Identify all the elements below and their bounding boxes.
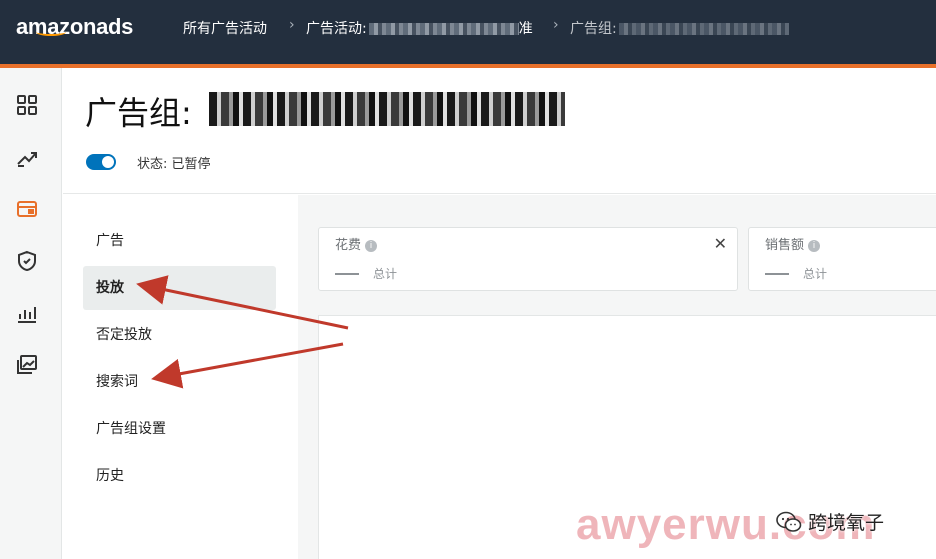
metric-total: 总计 xyxy=(373,267,398,281)
series-line-icon xyxy=(765,273,789,275)
breadcrumb-chevron-icon: › xyxy=(289,17,295,33)
campaign-icon[interactable] xyxy=(12,194,42,224)
dashboard-icon[interactable] xyxy=(12,90,42,120)
breadcrumb-all-campaigns[interactable]: 所有广告活动 xyxy=(183,18,267,38)
top-bar: amazonads 所有广告活动 › 广告活动: 准 › 广告组: xyxy=(0,0,936,64)
adgroup-subnav: 广告 投放 否定投放 搜索词 广告组设置 历史 xyxy=(63,195,298,559)
metric-label-text: 花费 xyxy=(335,238,362,253)
metric-label-text: 销售额 xyxy=(765,238,805,253)
series-line-icon xyxy=(335,273,359,275)
breadcrumb-campaign-tail: 准 xyxy=(518,21,533,37)
subnav-item-negative-targeting[interactable]: 否定投放 xyxy=(83,313,276,357)
subnav-item-targeting[interactable]: 投放 xyxy=(83,266,276,310)
redacted-adgroup-name xyxy=(618,23,789,35)
wechat-account-name: 跨境氧子 xyxy=(808,512,885,534)
bar-chart-icon[interactable] xyxy=(12,298,42,328)
status-toggle[interactable] xyxy=(86,154,116,170)
metric-card-spend[interactable]: 花费 i ✕ 总计 xyxy=(318,227,738,291)
subnav-item-adgroup-settings[interactable]: 广告组设置 xyxy=(83,407,276,451)
trend-icon[interactable] xyxy=(12,142,42,172)
wechat-icon xyxy=(776,511,802,532)
metric-label: 花费 i xyxy=(335,234,378,253)
amazon-ads-logo[interactable]: amazonads xyxy=(16,14,133,40)
toggle-knob xyxy=(102,156,114,168)
breadcrumb-chevron-icon: › xyxy=(553,17,559,33)
breadcrumb-adgroup-prefix: 广告组: xyxy=(570,21,617,37)
breadcrumb-adgroup: 广告组: xyxy=(570,18,789,38)
gallery-icon[interactable] xyxy=(12,350,42,380)
subnav-item-search-terms[interactable]: 搜索词 xyxy=(83,360,276,404)
close-icon[interactable]: ✕ xyxy=(714,234,727,253)
breadcrumb-campaign[interactable]: 广告活动: 准 xyxy=(306,18,533,38)
breadcrumb-campaign-prefix: 广告活动: xyxy=(306,21,367,37)
subnav-item-ads[interactable]: 广告 xyxy=(83,219,276,263)
info-icon[interactable]: i xyxy=(808,239,821,252)
left-nav xyxy=(0,68,62,559)
redacted-adgroup-title xyxy=(209,92,565,126)
page-title: 广告组: xyxy=(85,94,192,132)
status-text: 状态: 已暂停 xyxy=(137,157,211,172)
logo-smile-icon xyxy=(36,28,66,36)
info-icon[interactable]: i xyxy=(365,239,378,252)
redacted-campaign-name xyxy=(368,23,519,35)
shield-icon[interactable] xyxy=(12,246,42,276)
page-header: 广告组: 状态: 已暂停 xyxy=(63,68,936,194)
metric-card-sales[interactable]: 销售额 i 总计 xyxy=(748,227,936,291)
metric-label: 销售额 i xyxy=(765,234,821,253)
wechat-watermark: 跨境氧子 xyxy=(776,508,884,535)
metric-total: 总计 xyxy=(803,267,828,281)
subnav-item-history[interactable]: 历史 xyxy=(83,454,276,498)
